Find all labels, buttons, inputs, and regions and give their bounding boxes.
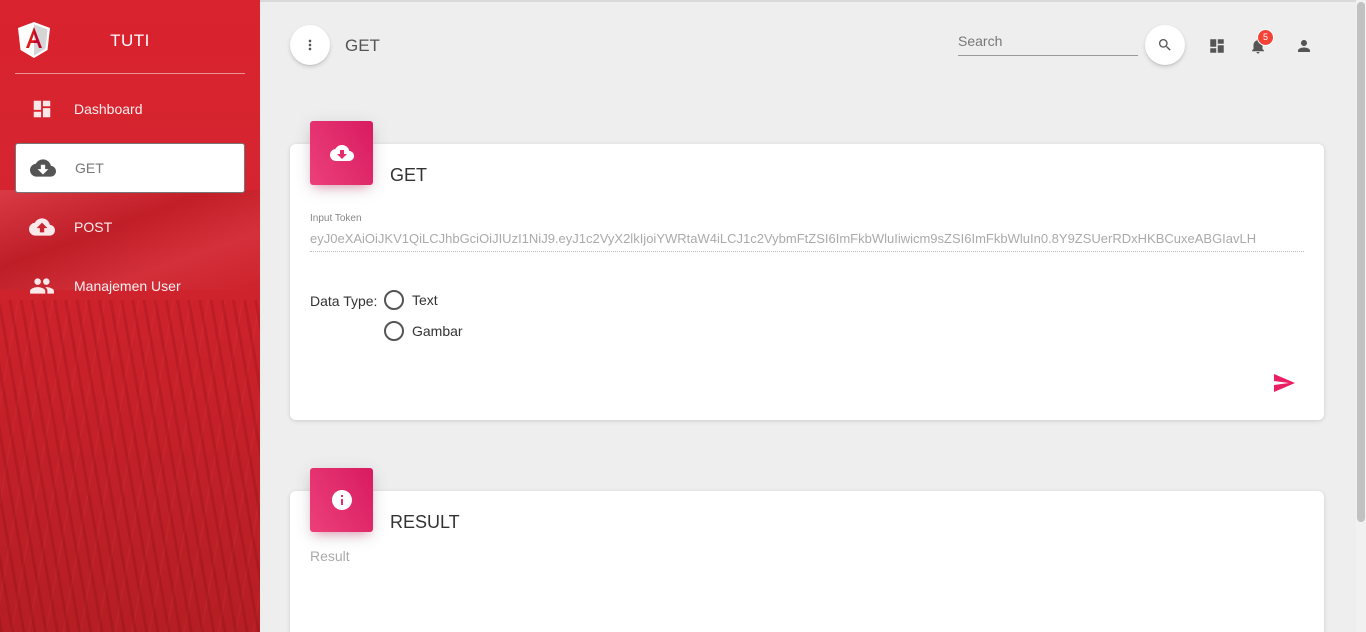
get-card [290,144,1324,420]
page-title: GET [345,36,380,55]
send-button[interactable] [1270,369,1298,397]
sidebar-item-manajemen-user[interactable]: Manajemen User [15,261,245,311]
notification-badge: 5 [1257,29,1274,46]
result-card-header-icon [310,468,373,532]
page-scrollbar[interactable] [1356,0,1366,632]
get-card-header-icon [310,121,373,185]
cloud-upload-icon [29,214,55,240]
result-card-title: RESULT [390,512,460,532]
dashboard-icon [1210,39,1224,53]
search-field [958,28,1138,56]
sidebar: TUTI Dashboard GET POST Manajemen User [0,0,260,632]
sidebar-toggle-button[interactable] [290,25,330,65]
search-input[interactable] [958,28,1138,54]
sidebar-item-label: Manajemen User [74,278,181,294]
scrollbar-thumb[interactable] [1357,2,1365,522]
token-field-label: Input Token [310,213,362,224]
radio-label: Gambar [412,323,463,339]
token-input[interactable] [310,230,1304,246]
radio-option-gambar[interactable]: Gambar [384,321,463,341]
search-button[interactable] [1145,25,1185,65]
user-menu-button[interactable] [1290,32,1318,60]
person-icon [1298,40,1310,52]
cloud-download-icon [329,145,354,161]
people-icon [29,273,55,299]
sidebar-item-label: POST [74,219,113,235]
info-icon [331,490,352,510]
dashboard-button[interactable] [1203,32,1231,60]
radio-option-text[interactable]: Text [384,290,438,310]
get-card-title: GET [390,165,428,185]
radio-label: Text [412,292,438,308]
sidebar-item-label: GET [75,160,104,176]
sidebar-item-post[interactable]: POST [15,202,245,252]
dashboard-icon [29,96,55,122]
more-vert-icon [308,39,312,51]
cloud-download-icon [30,155,56,181]
radio-button[interactable] [384,321,404,341]
token-field [310,230,1304,252]
sidebar-item-label: Dashboard [74,101,143,117]
radio-button[interactable] [384,290,404,310]
data-type-label: Data Type: [310,293,378,309]
brand-header: TUTI [15,0,245,74]
sidebar-nav: Dashboard GET POST Manajemen User [15,84,245,320]
send-icon [1274,374,1295,392]
brand-name[interactable]: TUTI [15,31,245,51]
search-icon [1159,39,1171,51]
sidebar-item-get[interactable]: GET [15,143,245,193]
result-output: Result [310,548,350,564]
sidebar-item-dashboard[interactable]: Dashboard [15,84,245,134]
